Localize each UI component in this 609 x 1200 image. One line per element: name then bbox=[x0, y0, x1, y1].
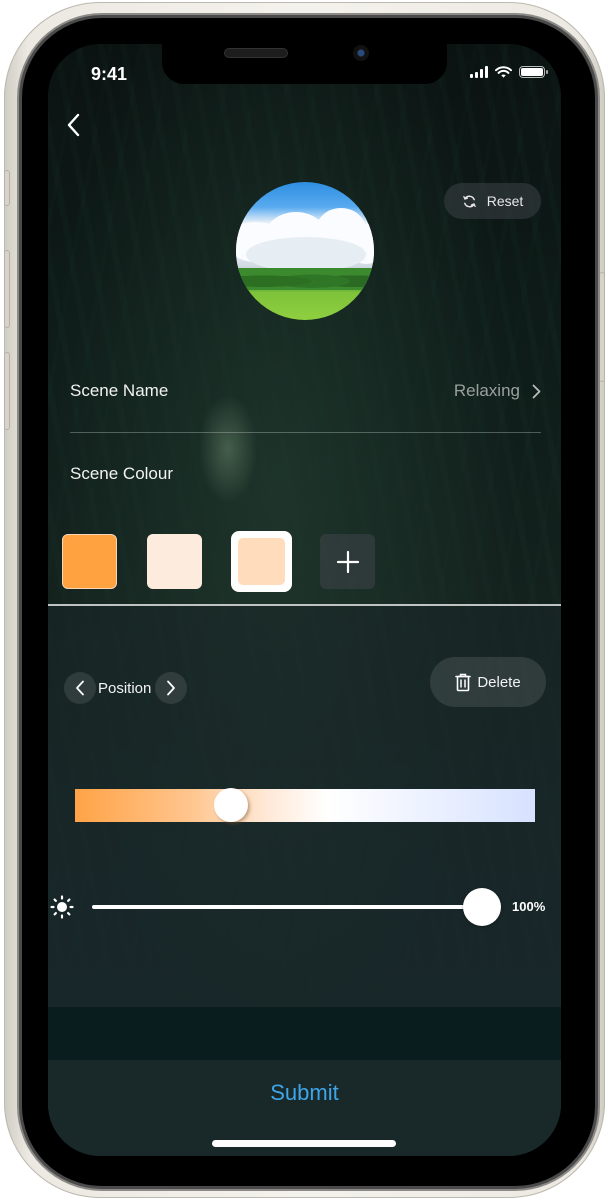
home-indicator bbox=[212, 1140, 396, 1147]
scene-image-trees bbox=[236, 268, 374, 290]
scene-name-label: Scene Name bbox=[70, 381, 169, 400]
chevron-left-icon bbox=[76, 680, 84, 696]
position-prev-button[interactable] bbox=[64, 672, 96, 704]
spacer-band bbox=[48, 1007, 561, 1060]
forest-highlight bbox=[198, 394, 258, 504]
delete-button[interactable]: Delete bbox=[430, 657, 546, 707]
reset-label: Reset bbox=[486, 193, 524, 209]
brightness-value: 100% bbox=[512, 899, 546, 914]
submit-button[interactable]: Submit bbox=[48, 1080, 561, 1106]
refresh-icon bbox=[462, 195, 476, 207]
scene-colour-label: Scene Colour bbox=[70, 464, 174, 483]
scene-name-value: Relaxing bbox=[453, 381, 520, 400]
volume-down-button bbox=[4, 352, 10, 430]
status-time: 9:41 bbox=[91, 64, 128, 84]
colour-swatch-peach-selected[interactable] bbox=[231, 531, 292, 592]
wifi-icon bbox=[495, 66, 512, 78]
side-button bbox=[599, 272, 605, 382]
colour-swatch-cream[interactable] bbox=[147, 534, 202, 589]
row-divider bbox=[70, 432, 541, 433]
colour-temperature-slider[interactable] bbox=[75, 788, 535, 822]
trash-icon bbox=[455, 673, 472, 691]
position-next-button[interactable] bbox=[155, 672, 188, 704]
screen: 9:41 Reset Scene Name Relaxing Scene Col… bbox=[48, 44, 561, 1156]
battery-icon bbox=[519, 66, 548, 78]
colour-temperature-thumb[interactable] bbox=[214, 788, 249, 822]
add-colour-button[interactable] bbox=[320, 534, 375, 589]
colour-swatch-orange[interactable] bbox=[62, 534, 117, 589]
volume-up-button bbox=[4, 250, 10, 328]
brightness-slider[interactable] bbox=[92, 888, 501, 926]
brightness-thumb[interactable] bbox=[463, 888, 501, 926]
earpiece-speaker bbox=[224, 48, 288, 58]
scene-image[interactable] bbox=[236, 182, 374, 320]
sun-icon bbox=[50, 895, 74, 919]
chevron-right-icon bbox=[167, 680, 176, 696]
chevron-right-icon bbox=[532, 384, 541, 398]
position-control: Position bbox=[64, 671, 188, 705]
back-button[interactable] bbox=[64, 112, 84, 138]
mute-switch bbox=[4, 170, 10, 206]
section-divider bbox=[48, 604, 561, 606]
notch bbox=[162, 44, 447, 84]
delete-label: Delete bbox=[477, 673, 521, 691]
plus-icon bbox=[336, 550, 359, 573]
front-camera bbox=[353, 45, 369, 61]
reset-button[interactable]: Reset bbox=[444, 183, 541, 219]
cellular-signal-icon bbox=[470, 66, 488, 78]
position-label: Position bbox=[98, 679, 152, 697]
status-icons bbox=[470, 66, 548, 78]
scene-name-row[interactable]: Relaxing bbox=[454, 381, 541, 401]
